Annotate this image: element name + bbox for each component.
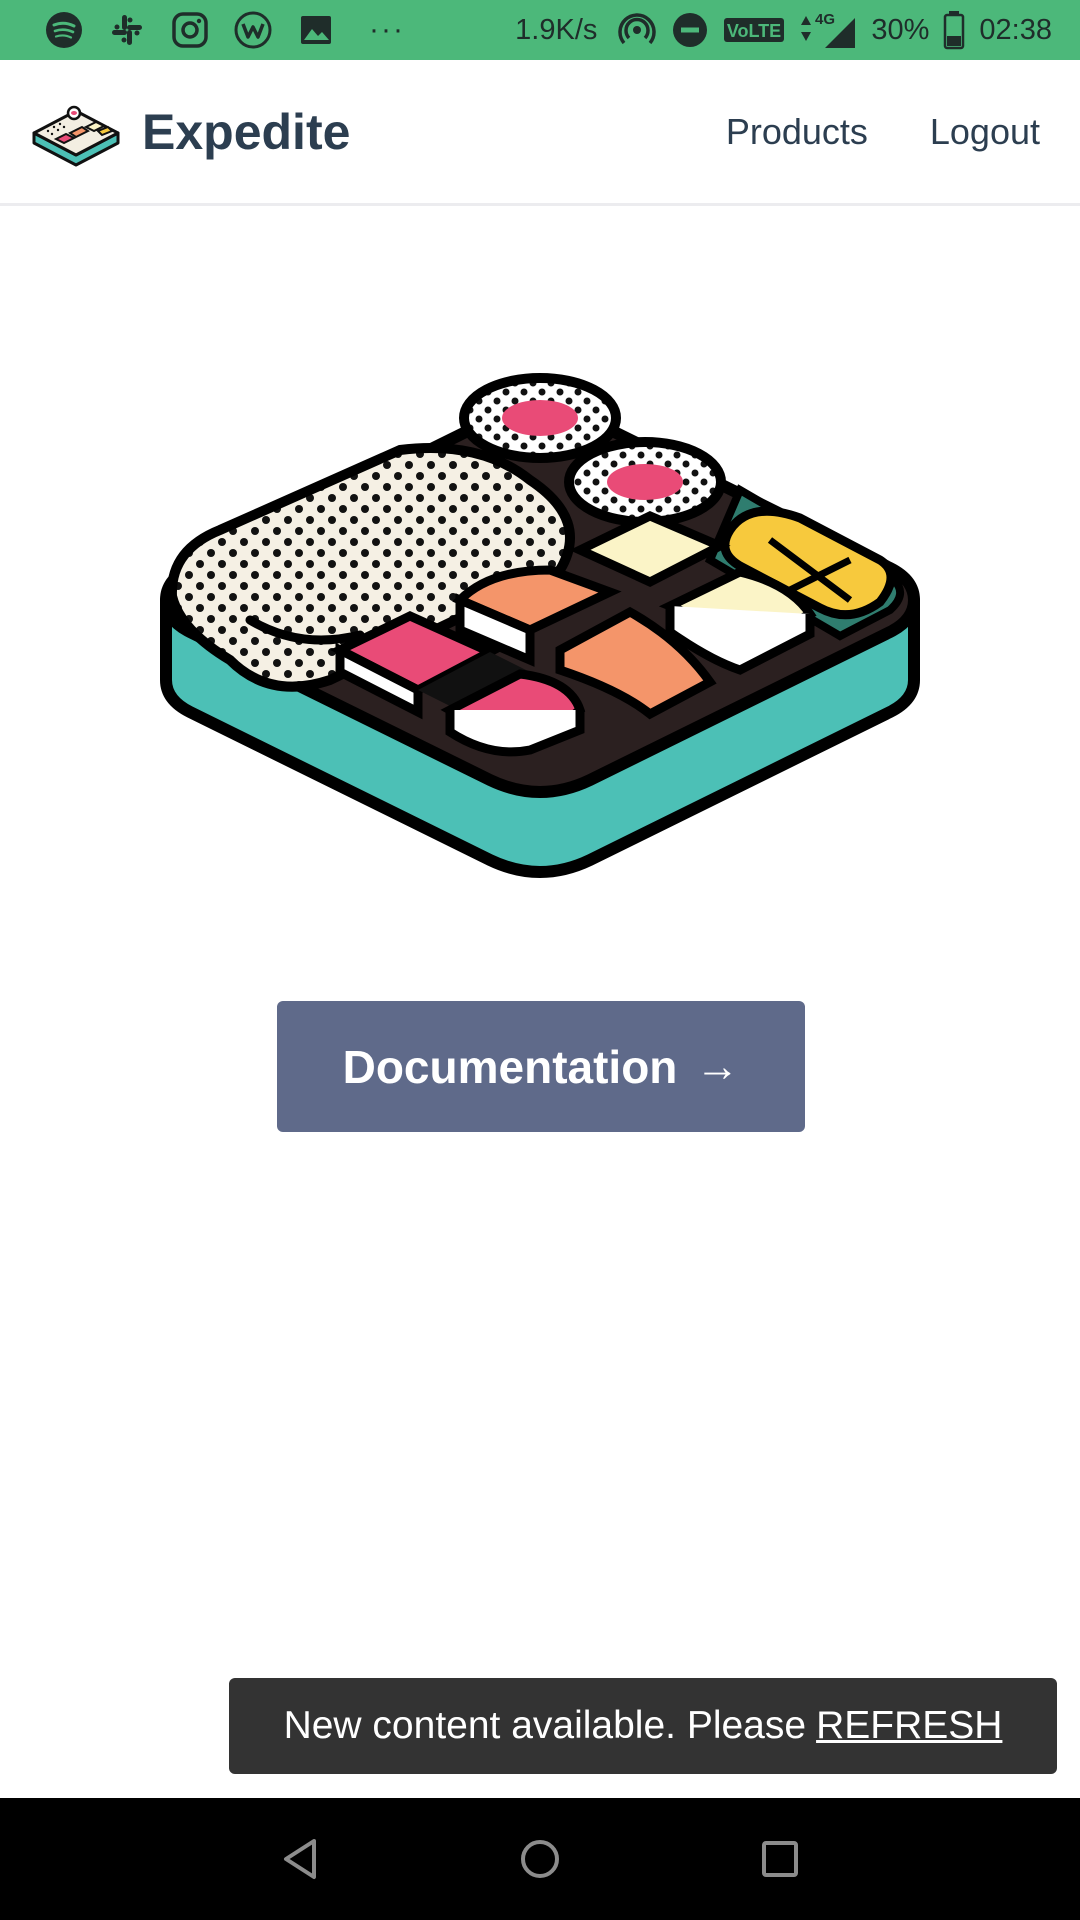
bento-box-illustration <box>150 360 930 880</box>
back-icon[interactable] <box>270 1829 330 1889</box>
recents-icon[interactable] <box>750 1829 810 1889</box>
gallery-icon <box>296 10 336 50</box>
signal-4g-icon: 4G <box>799 10 857 50</box>
wattpad-icon <box>233 10 273 50</box>
arrow-right-icon: → <box>695 1041 740 1091</box>
clock: 02:38 <box>979 13 1052 46</box>
android-navigation-bar <box>0 1798 1080 1920</box>
status-bar: ··· 1.9K/s VoLTE 4G 30% 02:38 <box>0 0 1080 60</box>
brand-name: Expedite <box>142 103 351 160</box>
update-snackbar: New content available. Please REFRESH <box>229 1678 1057 1774</box>
notification-icons: ··· <box>44 10 405 50</box>
refresh-link[interactable]: REFRESH <box>816 1704 1002 1748</box>
brand-link[interactable]: Expedite <box>30 97 350 167</box>
hotspot-icon <box>617 10 657 50</box>
nav-links: Products Logout <box>726 111 1040 153</box>
battery-icon <box>943 10 965 50</box>
volte-icon: VoLTE <box>723 15 785 45</box>
slack-icon <box>107 10 147 50</box>
nav-link-logout[interactable]: Logout <box>930 111 1040 153</box>
documentation-button[interactable]: Documentation → <box>277 1001 805 1132</box>
svg-text:VoLTE: VoLTE <box>727 21 781 41</box>
spotify-icon <box>44 10 84 50</box>
do-not-disturb-icon <box>671 11 709 49</box>
system-status: 1.9K/s VoLTE 4G 30% 02:38 <box>515 10 1052 50</box>
network-speed: 1.9K/s <box>515 13 598 46</box>
documentation-label: Documentation <box>342 1040 678 1093</box>
battery-level: 30% <box>871 13 930 46</box>
more-notifications-icon: ··· <box>369 13 405 46</box>
snackbar-message: New content available. Please <box>283 1704 807 1747</box>
home-icon[interactable] <box>510 1829 570 1889</box>
top-navbar: Expedite Products Logout <box>0 60 1080 206</box>
instagram-icon <box>170 10 210 50</box>
svg-text:4G: 4G <box>815 11 835 28</box>
bento-logo-icon <box>30 97 122 167</box>
nav-link-products[interactable]: Products <box>726 111 868 153</box>
